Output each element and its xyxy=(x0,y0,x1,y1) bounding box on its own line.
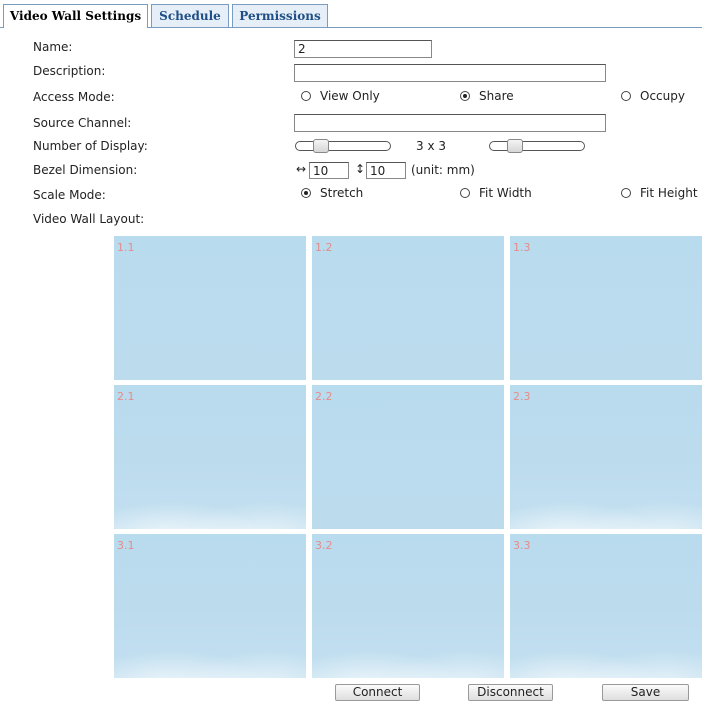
radio-button-checked[interactable] xyxy=(460,91,470,101)
columns-slider[interactable] xyxy=(295,141,391,151)
scale-mode-fit-width[interactable]: Fit Width xyxy=(460,186,532,200)
scale-mode-stretch-label: Stretch xyxy=(320,186,364,200)
columns-slider-thumb[interactable] xyxy=(313,139,329,153)
layout-cell-3-1[interactable]: 3.1 xyxy=(114,534,306,678)
description-input[interactable] xyxy=(294,64,606,82)
layout-cell-1-3[interactable]: 1.3 xyxy=(510,236,702,380)
bezel-vertical-input[interactable]: 10 xyxy=(366,162,406,179)
layout-cell-2-2[interactable]: 2.2 xyxy=(312,385,504,529)
bezel-dimension-label: Bezel Dimension: xyxy=(33,163,138,177)
save-button[interactable]: Save xyxy=(602,684,689,701)
tab-video-wall-settings[interactable]: Video Wall Settings xyxy=(3,4,148,28)
access-mode-label: Access Mode: xyxy=(33,90,115,104)
cell-label: 1.1 xyxy=(117,241,135,254)
bezel-unit: (unit: mm) xyxy=(411,163,475,177)
radio-button[interactable] xyxy=(460,188,470,198)
cell-label: 3.3 xyxy=(513,539,531,552)
radio-button[interactable] xyxy=(621,188,631,198)
access-mode-share[interactable]: Share xyxy=(460,89,514,103)
display-count: 3 x 3 xyxy=(416,138,446,154)
source-channel-label: Source Channel: xyxy=(33,116,132,130)
scale-mode-fit-height-label: Fit Height xyxy=(640,186,698,200)
access-mode-occupy-label: Occupy xyxy=(640,89,685,103)
connect-button[interactable]: Connect xyxy=(335,684,420,701)
tab-schedule[interactable]: Schedule xyxy=(151,4,229,27)
layout-cell-2-1[interactable]: 2.1 xyxy=(114,385,306,529)
rows-slider-thumb[interactable] xyxy=(507,139,523,153)
display-rows-value: 3 xyxy=(438,139,447,153)
access-mode-share-label: Share xyxy=(479,89,514,103)
radio-button-checked[interactable] xyxy=(301,188,311,198)
name-input[interactable]: 2 xyxy=(294,40,432,58)
layout-cell-2-3[interactable]: 2.3 xyxy=(510,385,702,529)
scale-mode-stretch[interactable]: Stretch xyxy=(301,186,363,200)
tab-bar: Video Wall Settings Schedule Permissions xyxy=(0,0,702,28)
radio-button[interactable] xyxy=(621,91,631,101)
video-wall-layout-grid: 1.1 1.2 1.3 2.1 2.2 2.3 3.1 3.2 3.3 xyxy=(114,236,702,680)
layout-cell-3-2[interactable]: 3.2 xyxy=(312,534,504,678)
access-mode-occupy[interactable]: Occupy xyxy=(621,89,685,103)
layout-cell-1-2[interactable]: 1.2 xyxy=(312,236,504,380)
cell-label: 2.1 xyxy=(117,390,135,403)
radio-button[interactable] xyxy=(301,91,311,101)
cell-label: 2.3 xyxy=(513,390,531,403)
display-cols-value: 3 xyxy=(416,139,424,153)
source-channel-input[interactable] xyxy=(294,114,606,132)
vertical-arrows-icon: ↕ xyxy=(355,162,366,176)
access-mode-view-only[interactable]: View Only xyxy=(301,89,380,103)
cell-label: 3.2 xyxy=(315,539,333,552)
cell-label: 2.2 xyxy=(315,390,333,403)
disconnect-button[interactable]: Disconnect xyxy=(468,684,553,701)
bezel-horizontal-input[interactable]: 10 xyxy=(309,162,349,179)
cell-label: 1.3 xyxy=(513,241,531,254)
layout-cell-1-1[interactable]: 1.1 xyxy=(114,236,306,380)
tab-permissions[interactable]: Permissions xyxy=(232,4,328,27)
description-label: Description: xyxy=(33,64,106,78)
name-label: Name: xyxy=(33,40,73,54)
number-of-display-label: Number of Display: xyxy=(33,139,148,153)
cell-label: 3.1 xyxy=(117,539,135,552)
scale-mode-fit-height[interactable]: Fit Height xyxy=(621,186,698,200)
display-x: x xyxy=(427,139,435,153)
video-wall-layout-label: Video Wall Layout: xyxy=(33,212,145,226)
rows-slider[interactable] xyxy=(489,141,585,151)
cell-label: 1.2 xyxy=(315,241,333,254)
horizontal-arrows-icon: ↔ xyxy=(296,162,307,176)
scale-mode-fit-width-label: Fit Width xyxy=(479,186,532,200)
scale-mode-label: Scale Mode: xyxy=(33,188,106,202)
layout-cell-3-3[interactable]: 3.3 xyxy=(510,534,702,678)
access-mode-view-only-label: View Only xyxy=(320,89,380,103)
